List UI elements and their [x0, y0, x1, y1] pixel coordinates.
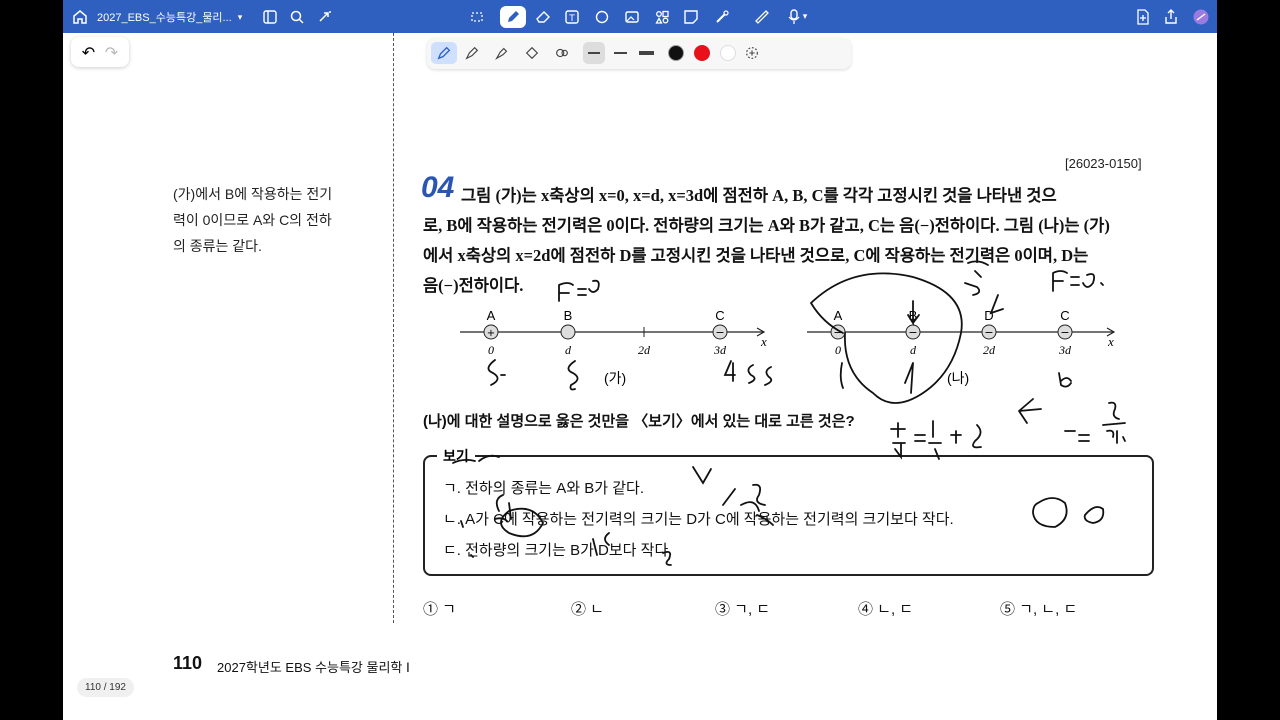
charge-label: D — [984, 308, 993, 323]
choice-3[interactable]: ③ ㄱ, ㄷ — [715, 598, 770, 619]
question-text: (나)에 대한 설명으로 옳은 것만을 〈보기〉에서 있는 대로 고른 것은? — [423, 413, 855, 430]
chevron-down-icon: ▾ — [237, 11, 243, 22]
pen-icon[interactable] — [500, 6, 526, 28]
profile-icon[interactable] — [1190, 6, 1212, 28]
position-label: 3d — [1058, 343, 1072, 357]
charge-b-ga — [560, 324, 576, 340]
figure-na: x − A 0 − B d − D 2d − C 3d (나) — [807, 308, 1116, 386]
search-icon[interactable] — [286, 6, 308, 28]
add-page-icon[interactable] — [1132, 6, 1154, 28]
chevron-down-icon: ▾ — [802, 12, 808, 22]
page-number: 110 — [173, 653, 203, 673]
lasso-icon[interactable] — [466, 6, 488, 28]
charge-label: A — [487, 308, 496, 323]
microphone-icon[interactable]: ▾ — [779, 6, 813, 28]
document-page[interactable]: ↶ ↷ (가)에서 B에 작용하는 전기 력이 0이므로 A와 C의 전하 의 … — [63, 33, 1217, 720]
app-window: 2027_EBS_수능특강_물리... ▾ T ▾ ↶ ↷ (가)에서 B에 작… — [63, 0, 1217, 720]
laser-pointer-icon[interactable] — [711, 6, 733, 28]
document-title[interactable]: 2027_EBS_수능특강_물리... ▾ — [97, 6, 247, 28]
position-label: 0 — [835, 343, 841, 357]
home-icon[interactable] — [69, 6, 91, 28]
shape-icon[interactable] — [591, 6, 613, 28]
footer-title: 2027학년도 EBS 수능특강 물리학 Ⅰ — [217, 660, 410, 675]
charge-label: C — [1060, 308, 1069, 323]
position-label: d — [910, 343, 917, 357]
sidebar-icon[interactable] — [259, 6, 281, 28]
share-icon[interactable] — [314, 6, 336, 28]
tick-label: 2d — [638, 343, 651, 357]
export-icon[interactable] — [1160, 6, 1182, 28]
bogi-title: 보기 — [437, 446, 475, 466]
bogi-box: 보기 ㄱ. 전하의 종류는 A와 B가 같다. ㄴ. A가 C에 작용하는 전기… — [423, 446, 1154, 576]
choice-5[interactable]: ⑤ ㄱ, ㄴ, ㄷ — [1000, 598, 1077, 619]
charge-sign: − — [833, 326, 842, 339]
charge-sign: − — [1060, 326, 1069, 339]
charge-sign: + — [487, 328, 495, 339]
axis-x-label: x — [1107, 334, 1114, 349]
charge-label: A — [834, 308, 843, 323]
figure-label: (나) — [947, 370, 969, 386]
position-label: d — [565, 343, 572, 357]
charge-label: C — [715, 308, 724, 323]
sticky-note-icon[interactable] — [680, 6, 702, 28]
position-label: 3d — [713, 343, 727, 357]
bogi-item: ㄷ. 전하량의 크기는 B가 D보다 작다. — [443, 542, 673, 559]
text-box-icon[interactable]: T — [561, 6, 583, 28]
bogi-item: ㄴ. A가 C에 작용하는 전기력의 크기는 D가 C에 작용하는 전기력의 크… — [443, 511, 954, 528]
charge-label: B — [564, 308, 573, 323]
choice-2[interactable]: ② ㄴ — [571, 598, 604, 619]
figure-ga: x + A 0 B d 2d − C 3d (가) — [460, 308, 767, 386]
ruler-icon[interactable] — [751, 6, 773, 28]
page-indicator: 110 / 192 — [77, 678, 134, 697]
choice-4[interactable]: ④ ㄴ, ㄷ — [858, 598, 913, 619]
image-icon[interactable] — [621, 6, 643, 28]
charge-label: B — [909, 308, 918, 323]
position-label: 2d — [983, 343, 996, 357]
svg-text:T: T — [568, 14, 575, 24]
charge-sign: − — [908, 326, 917, 339]
charge-sign: − — [984, 326, 993, 339]
axis-x-label: x — [760, 334, 767, 349]
position-label: 0 — [488, 343, 494, 357]
choice-1[interactable]: ① ㄱ — [423, 598, 456, 619]
figure-label: (가) — [604, 370, 626, 386]
charge-sign: − — [715, 326, 724, 339]
bogi-item: ㄱ. 전하의 종류는 A와 B가 같다. — [443, 480, 644, 497]
elements-icon[interactable] — [651, 6, 673, 28]
eraser-icon[interactable] — [532, 6, 554, 28]
top-toolbar: 2027_EBS_수능특강_물리... ▾ T ▾ — [63, 0, 1217, 33]
